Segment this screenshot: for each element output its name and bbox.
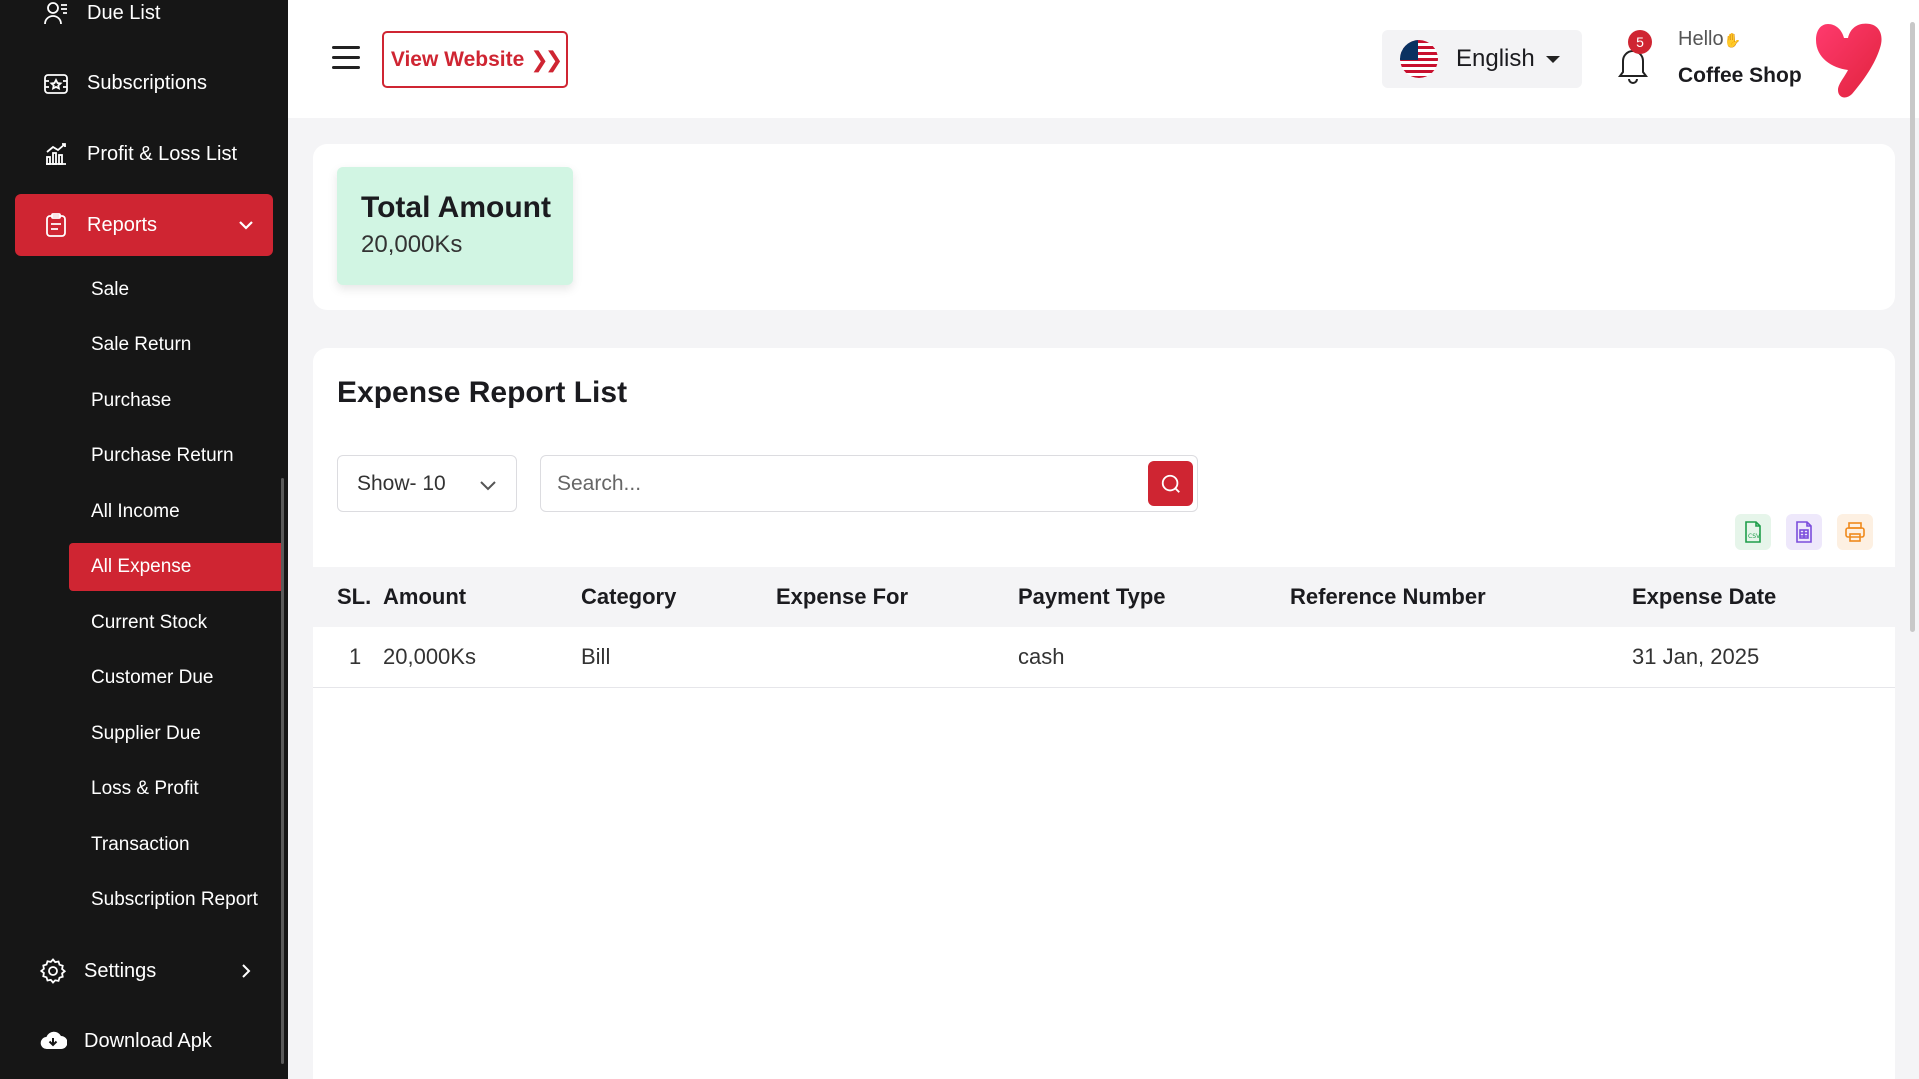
chevron-down-icon [480, 481, 496, 491]
chevron-right-icon [242, 964, 251, 978]
total-amount-title: Total Amount [361, 191, 551, 224]
sidebar-subitem-current-stock[interactable]: Current Stock [69, 599, 281, 647]
sidebar-item-due-list[interactable]: Due List [15, 0, 273, 44]
clipboard-icon [41, 210, 71, 240]
table-header-row: SL. Amount Category Expense For Payment … [313, 567, 1895, 627]
due-list-icon [41, 0, 71, 28]
sidebar-item-label: Profit & Loss List [87, 142, 238, 165]
sidebar-scrollbar[interactable] [281, 478, 284, 1064]
sidebar: Due List Subscriptions Profit & Loss Lis… [0, 0, 288, 1079]
sidebar-item-label: Download Apk [84, 1029, 212, 1052]
page-scrollbar[interactable] [1910, 22, 1915, 632]
sidebar-subitem-label: Loss & Profit [91, 778, 199, 799]
sidebar-item-label: Due List [87, 1, 161, 24]
cell-payment-type: cash [1018, 627, 1290, 688]
sidebar-subitem-label: Current Stock [91, 612, 208, 633]
sidebar-subitem-sale[interactable]: Sale [69, 266, 281, 314]
search-button[interactable] [1148, 461, 1193, 506]
sidebar-subitem-label: All Income [91, 501, 180, 522]
sidebar-subitem-transaction[interactable]: Transaction [69, 821, 281, 869]
user-name[interactable]: Coffee Shop [1678, 64, 1802, 88]
greeting-label: Hello [1678, 28, 1724, 50]
sidebar-item-label: Subscriptions [87, 71, 208, 94]
sidebar-item-download-apk[interactable]: Download Apk [15, 1010, 273, 1072]
gear-icon [38, 956, 68, 986]
sidebar-subitem-supplier-due[interactable]: Supplier Due [69, 710, 281, 758]
sidebar-subitem-all-expense[interactable]: All Expense [69, 543, 281, 591]
cell-reference-number [1290, 627, 1632, 688]
sidebar-subitem-customer-due[interactable]: Customer Due [69, 654, 281, 702]
us-flag-icon [1400, 40, 1438, 78]
sidebar-subitem-loss-profit[interactable]: Loss & Profit [69, 765, 281, 813]
sidebar-subitem-label: Transaction [91, 834, 190, 855]
double-chevron-right-icon: ❯❯ [530, 46, 563, 72]
chevron-down-icon [239, 221, 253, 230]
print-button[interactable] [1837, 514, 1873, 550]
spreadsheet-icon [1796, 521, 1812, 543]
sidebar-item-profit-loss-list[interactable]: Profit & Loss List [15, 123, 273, 185]
sidebar-subitem-purchase-return[interactable]: Purchase Return [69, 432, 281, 480]
sidebar-subitem-label: All Expense [91, 556, 192, 577]
show-entries-label: Show- 10 [357, 471, 446, 495]
search-input[interactable] [541, 456, 1141, 511]
cell-sl: 1 [313, 627, 383, 688]
sidebar-item-label: Settings [84, 959, 157, 982]
sidebar-item-label: Reports [87, 213, 158, 236]
search-icon [1161, 474, 1180, 493]
page-title: Expense Report List [337, 376, 628, 409]
language-label: English [1456, 45, 1535, 72]
brand-logo-icon [1816, 23, 1882, 98]
sidebar-subitem-purchase[interactable]: Purchase [69, 377, 281, 425]
svg-text:CSV: CSV [1748, 533, 1761, 540]
column-header-expense-for[interactable]: Expense For [776, 567, 1018, 627]
view-website-label: View Website [390, 47, 525, 71]
table-row: 1 20,000Ks Bill cash 31 Jan, 2025 [313, 627, 1895, 688]
search-box [540, 455, 1198, 512]
menu-toggle-button[interactable] [332, 46, 360, 70]
expense-table: SL. Amount Category Expense For Payment … [313, 567, 1895, 688]
total-amount-value: 20,000Ks [361, 231, 463, 258]
top-header: View Website ❯❯ English 5 Hello✋ Coffee … [288, 0, 1919, 632]
export-csv-button[interactable]: CSV [1735, 514, 1771, 550]
notification-badge: 5 [1628, 30, 1652, 54]
greeting-text: Hello✋ [1678, 28, 1741, 51]
language-selector[interactable]: English [1382, 30, 1582, 88]
column-header-sl[interactable]: SL. [313, 567, 383, 627]
csv-file-icon: CSV [1745, 521, 1761, 543]
sidebar-subitem-all-income[interactable]: All Income [69, 488, 281, 536]
printer-icon [1845, 522, 1865, 542]
show-entries-select[interactable]: Show- 10 [337, 455, 517, 512]
cell-category: Bill [581, 627, 776, 688]
expense-report-panel: Expense Report List Show- 10 CSV SL. Amo… [313, 348, 1895, 1079]
sidebar-item-settings[interactable]: Settings [15, 940, 273, 1002]
sidebar-subitem-label: Sale [91, 279, 130, 300]
sidebar-subitem-label: Purchase Return [91, 445, 234, 466]
column-header-expense-date[interactable]: Expense Date [1632, 567, 1895, 627]
column-header-category[interactable]: Category [581, 567, 776, 627]
subscriptions-icon [41, 68, 71, 98]
column-header-payment-type[interactable]: Payment Type [1018, 567, 1290, 627]
cell-amount: 20,000Ks [383, 627, 581, 688]
total-amount-card: Total Amount 20,000Ks [337, 167, 573, 285]
sidebar-subitem-label: Customer Due [91, 667, 214, 688]
column-header-amount[interactable]: Amount [383, 567, 581, 627]
cloud-download-icon [38, 1026, 68, 1056]
sidebar-subitem-label: Purchase [91, 390, 172, 411]
sidebar-item-reports[interactable]: Reports [15, 194, 273, 256]
cell-expense-date: 31 Jan, 2025 [1632, 627, 1895, 688]
sidebar-item-subscriptions[interactable]: Subscriptions [15, 52, 273, 114]
summary-panel: Total Amount 20,000Ks [313, 144, 1895, 310]
sidebar-subitem-label: Sale Return [91, 334, 192, 355]
export-excel-button[interactable] [1786, 514, 1822, 550]
view-website-button[interactable]: View Website ❯❯ [382, 31, 568, 88]
sidebar-subitem-sale-return[interactable]: Sale Return [69, 321, 281, 369]
column-header-reference-number[interactable]: Reference Number [1290, 567, 1632, 627]
sidebar-subitem-label: Supplier Due [91, 723, 201, 744]
sidebar-subitem-subscription-report[interactable]: Subscription Report [69, 876, 281, 924]
caret-down-icon [1546, 56, 1560, 63]
sidebar-subitem-label: Subscription Report [91, 889, 258, 910]
cell-expense-for [776, 627, 1018, 688]
chart-icon [41, 139, 71, 169]
wave-hand-icon: ✋ [1723, 32, 1742, 48]
